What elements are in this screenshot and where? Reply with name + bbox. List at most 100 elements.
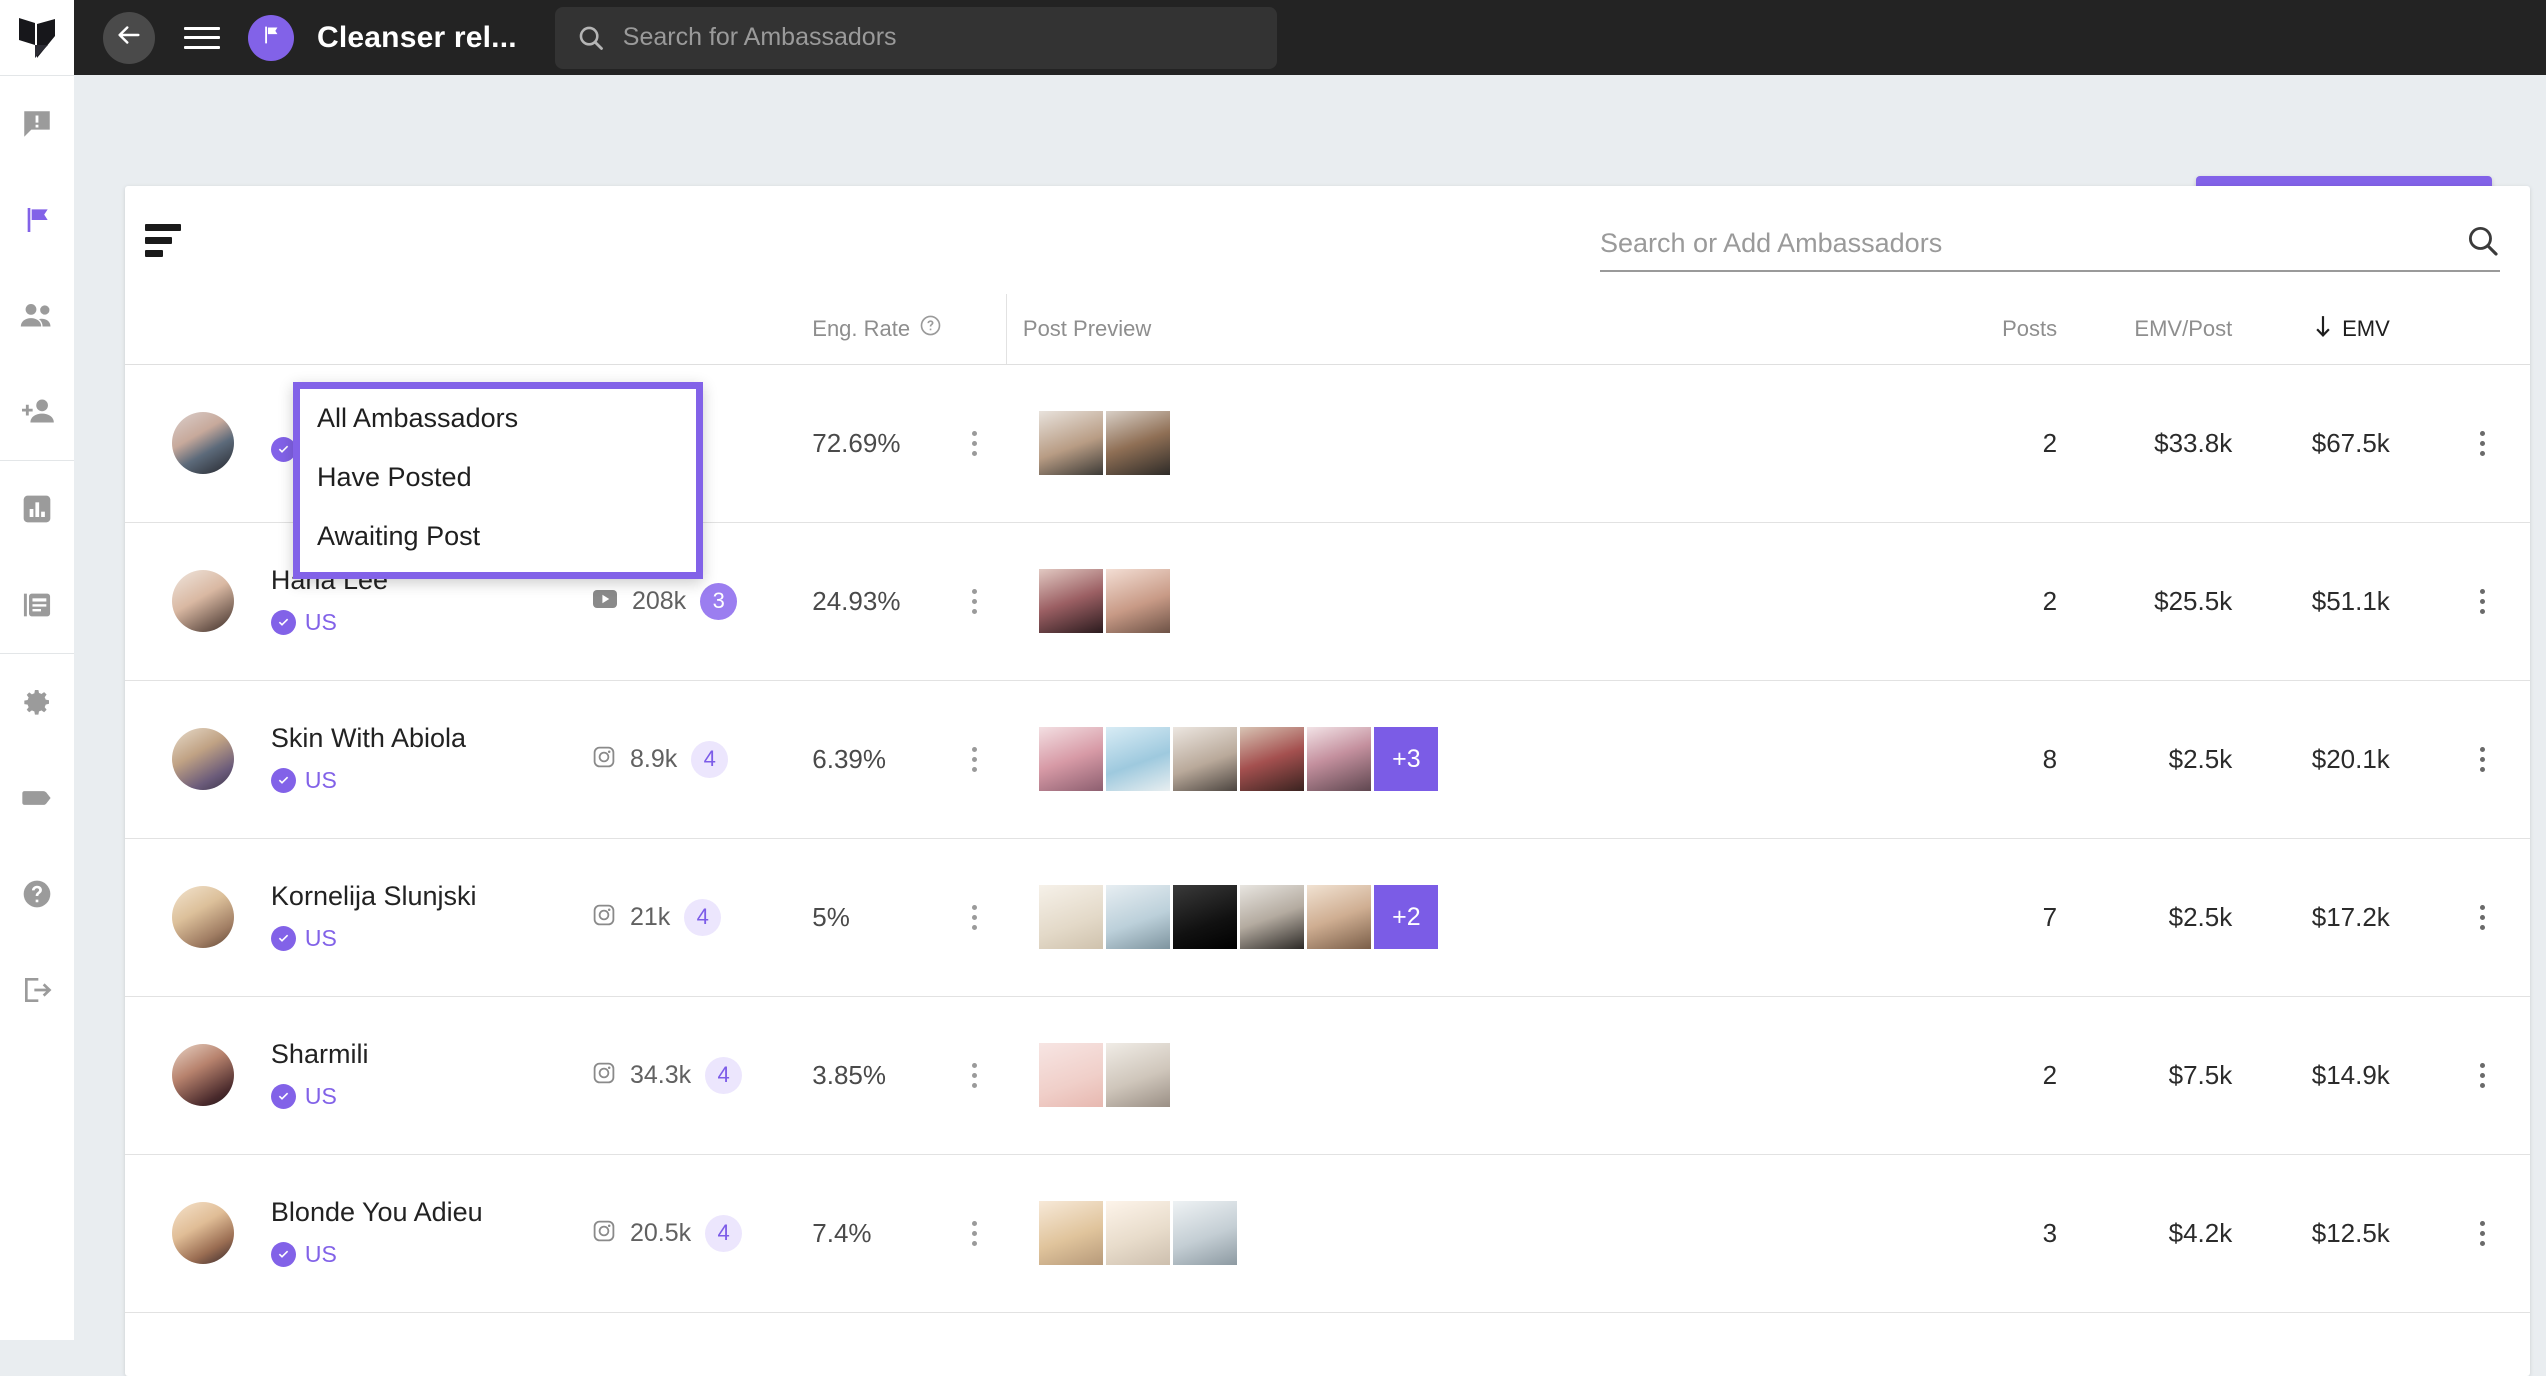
more-posts-chip[interactable]: +3 <box>1374 727 1439 791</box>
cell-name[interactable]: Blonde You Adieu US <box>270 1154 592 1313</box>
avatar[interactable] <box>172 886 234 948</box>
sidebar-item-ambassadors[interactable] <box>0 268 74 364</box>
post-thumbnail[interactable] <box>1106 411 1171 475</box>
cell-actions[interactable] <box>2389 838 2530 997</box>
sidebar-item-tags[interactable] <box>0 750 74 846</box>
sidebar-item-settings[interactable] <box>0 654 74 750</box>
post-thumbnail[interactable] <box>1039 1043 1104 1107</box>
row-menu-icon[interactable] <box>942 904 1006 930</box>
sort-filter-icon[interactable] <box>145 223 185 257</box>
post-thumbnail[interactable] <box>1039 885 1104 949</box>
cell-actions[interactable] <box>2389 364 2530 523</box>
sidebar-item-campaigns[interactable] <box>0 172 74 268</box>
post-thumbnail[interactable] <box>1307 885 1372 949</box>
post-thumbnail[interactable] <box>1106 569 1171 633</box>
cell-row-menu[interactable] <box>942 1154 1007 1313</box>
row-menu-icon[interactable] <box>942 1220 1006 1246</box>
cell-actions[interactable] <box>2389 680 2530 839</box>
search-icon[interactable] <box>2466 224 2500 263</box>
cell-name[interactable]: Skin With Abiola US <box>270 680 592 839</box>
eng-rate-value: 7.4% <box>812 1217 872 1248</box>
ambassador-filter-dropdown[interactable]: All Ambassadors Have Posted Awaiting Pos… <box>293 382 703 579</box>
cell-row-menu[interactable] <box>942 838 1007 997</box>
post-thumbnail[interactable] <box>1173 727 1238 791</box>
post-thumbnail[interactable] <box>1240 885 1305 949</box>
table-row[interactable]: Skin With Abiola US 8.9k 4 6.39% +3 8 $2… <box>125 680 2530 839</box>
cell-name[interactable]: Kornelija Slunjski US <box>270 838 592 997</box>
cell-name[interactable]: Sharmili US <box>270 996 592 1155</box>
country-row: US <box>270 1083 592 1110</box>
eng-rate-value: 72.69% <box>812 427 901 458</box>
row-actions-icon[interactable] <box>2436 588 2530 614</box>
avatar[interactable] <box>172 570 234 632</box>
avatar[interactable] <box>172 412 234 474</box>
more-posts-chip[interactable]: +2 <box>1374 885 1439 949</box>
campaign-avatar[interactable] <box>248 14 294 61</box>
search-or-add-ambassadors-input[interactable]: Search or Add Ambassadors <box>1600 216 2500 272</box>
row-menu-icon[interactable] <box>942 430 1006 456</box>
row-actions-icon[interactable] <box>2436 746 2530 772</box>
post-thumbnail[interactable] <box>1240 727 1305 791</box>
th-emv-per-post[interactable]: EMV/Post <box>2057 294 2233 365</box>
help-circle-icon[interactable] <box>919 314 942 343</box>
th-platform[interactable] <box>591 294 797 365</box>
row-menu-icon[interactable] <box>942 588 1006 614</box>
post-count-badge: 4 <box>684 898 722 936</box>
sidebar-item-add-person[interactable] <box>0 364 74 460</box>
th-emv[interactable]: EMV <box>2232 294 2390 365</box>
row-menu-icon[interactable] <box>942 1062 1006 1088</box>
cell-emv: $51.1k <box>2232 522 2390 681</box>
post-thumbnail[interactable] <box>1307 727 1372 791</box>
cell-actions[interactable] <box>2389 996 2530 1155</box>
follower-count: 20.5k <box>629 1218 692 1247</box>
post-thumbnail[interactable] <box>1106 885 1171 949</box>
row-actions-icon[interactable] <box>2436 904 2530 930</box>
hamburger-menu-icon[interactable] <box>184 23 220 53</box>
post-count-badge: 3 <box>700 582 738 620</box>
sidebar-item-alerts[interactable] <box>0 76 74 172</box>
th-name[interactable] <box>270 294 592 365</box>
table-row[interactable]: Blonde You Adieu US 20.5k 4 7.4% 3 $4.2k… <box>125 1154 2530 1313</box>
sidebar-item-help[interactable] <box>0 846 74 942</box>
row-menu-icon[interactable] <box>942 746 1006 772</box>
post-thumbnail[interactable] <box>1106 1043 1171 1107</box>
post-thumbnail[interactable] <box>1039 411 1104 475</box>
cell-actions[interactable] <box>2389 522 2530 681</box>
post-thumbnail[interactable] <box>1039 727 1104 791</box>
row-actions-icon[interactable] <box>2436 430 2530 456</box>
row-actions-icon[interactable] <box>2436 1062 2530 1088</box>
back-button[interactable] <box>103 11 155 64</box>
th-posts[interactable]: Posts <box>1917 294 2058 365</box>
cell-eng-rate: 72.69% <box>796 364 943 523</box>
post-thumbnail[interactable] <box>1173 885 1238 949</box>
sidebar-item-logout[interactable] <box>0 942 74 1038</box>
app-logo-icon[interactable] <box>0 0 74 75</box>
avatar[interactable] <box>172 1202 234 1264</box>
dropdown-item-all-ambassadors[interactable]: All Ambassadors <box>300 389 696 448</box>
ambassador-name: Skin With Abiola <box>270 723 467 754</box>
sidebar-item-analytics[interactable] <box>0 461 74 557</box>
post-thumbnail[interactable] <box>1106 1201 1171 1265</box>
table-row[interactable]: Kornelija Slunjski US 21k 4 5% +2 7 $2.5… <box>125 838 2530 997</box>
cell-row-menu[interactable] <box>942 522 1007 681</box>
dropdown-item-have-posted[interactable]: Have Posted <box>300 448 696 507</box>
table-row[interactable]: Sharmili US 34.3k 4 3.85% 2 $7.5k $14.9k <box>125 996 2530 1155</box>
cell-row-menu[interactable] <box>942 996 1007 1155</box>
avatar[interactable] <box>172 1044 234 1106</box>
sidebar-item-reports[interactable] <box>0 557 74 653</box>
cell-row-menu[interactable] <box>942 364 1007 523</box>
th-emv-label: EMV <box>2342 315 2390 341</box>
cell-actions[interactable] <box>2389 1154 2530 1313</box>
th-eng-rate[interactable]: Eng. Rate <box>796 294 943 365</box>
avatar[interactable] <box>172 728 234 790</box>
cell-platform: 20.5k 4 <box>591 1154 797 1313</box>
post-thumbnail[interactable] <box>1106 727 1171 791</box>
cell-row-menu[interactable] <box>942 680 1007 839</box>
posts-value: 2 <box>2042 585 2058 616</box>
post-thumbnail[interactable] <box>1173 1201 1238 1265</box>
row-actions-icon[interactable] <box>2436 1220 2530 1246</box>
dropdown-item-awaiting-post[interactable]: Awaiting Post <box>300 507 696 566</box>
post-thumbnail[interactable] <box>1039 1201 1104 1265</box>
global-search[interactable]: Search for Ambassadors <box>554 6 1277 69</box>
post-thumbnail[interactable] <box>1039 569 1104 633</box>
